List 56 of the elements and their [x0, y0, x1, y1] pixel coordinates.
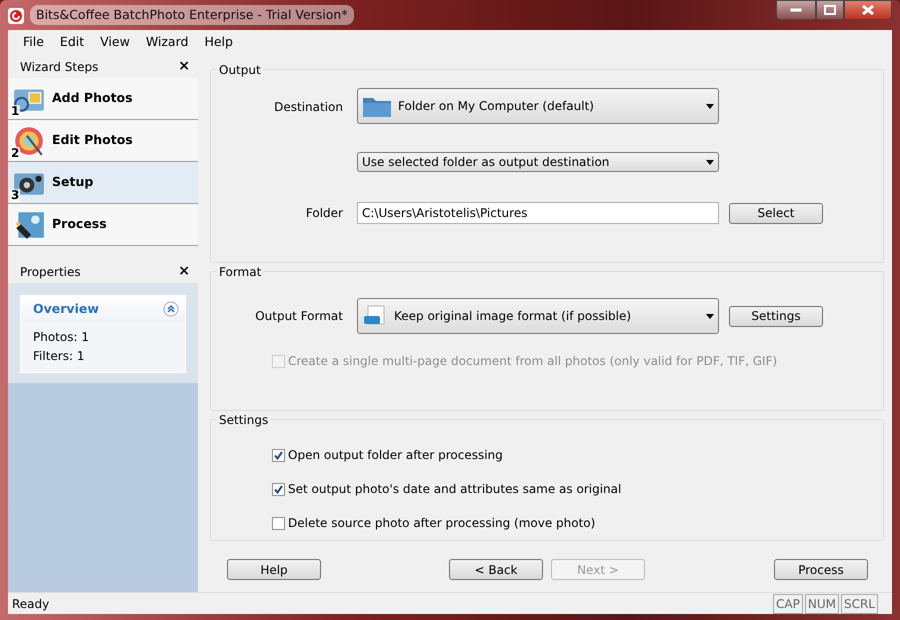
wizard-button[interactable]: Process	[774, 559, 868, 580]
checkbox-label: Open output folder after processing	[288, 447, 503, 464]
window-title: Bits&Coffee BatchPhoto Enterprise - Trial Version*	[30, 4, 354, 26]
field-label: Destination	[273, 99, 344, 116]
menu-item[interactable]: Wizard	[138, 33, 196, 52]
wizard-button[interactable]: < Back	[449, 559, 543, 580]
status-indicator: SCRL	[840, 594, 878, 614]
status-text: Ready	[12, 596, 50, 612]
maximize-icon	[824, 5, 836, 15]
step-number: 3	[10, 188, 20, 202]
color-wheel-icon	[12, 124, 46, 156]
dropdown[interactable]: Use selected folder as output destination	[357, 152, 719, 172]
maximize-button[interactable]	[816, 0, 844, 20]
minimize-button[interactable]	[776, 0, 816, 20]
status-indicator: CAP	[773, 594, 803, 614]
settings-button[interactable]: Settings	[729, 306, 823, 326]
close-button[interactable]: ×	[178, 261, 190, 282]
minimize-icon	[790, 8, 802, 12]
field-label: Output Format	[254, 308, 344, 325]
wizard-button: Next >	[551, 559, 645, 580]
select-button[interactable]: Select	[729, 202, 823, 224]
menu-item[interactable]: View	[93, 33, 137, 52]
caret-icon	[706, 314, 714, 318]
wizard-step[interactable]: Process	[8, 204, 198, 246]
checkbox-label: Create a single multi-page document from all photos (only valid for PDF, TIF, GIF)	[288, 353, 778, 370]
menu-item[interactable]: Edit	[52, 33, 92, 52]
field-label: Folder	[304, 205, 344, 222]
checkbox[interactable]	[272, 516, 285, 530]
caret-icon	[706, 104, 714, 108]
status-indicator: NUM	[804, 594, 839, 614]
checkbox[interactable]	[272, 448, 285, 462]
wizard-step[interactable]: 2 Edit Photos	[8, 120, 198, 162]
wizard-step[interactable]: 3 Setup	[8, 162, 198, 204]
app-logo-icon	[8, 6, 24, 24]
folder-field[interactable]: C:\Users\Aristotelis\Pictures	[357, 202, 719, 224]
step-number: 1	[10, 104, 20, 118]
wizard-button[interactable]: Help	[227, 559, 321, 580]
menu-item[interactable]: File	[16, 33, 51, 52]
dropdown[interactable]: Folder on My Computer (default)	[357, 88, 719, 124]
checkbox-label: Delete source photo after processing (move photo)	[288, 515, 596, 532]
close-button[interactable]: ×	[178, 56, 190, 77]
panel-title: Wizard Steps	[20, 58, 98, 76]
panel-title: Properties	[20, 264, 81, 280]
caret-icon	[706, 160, 714, 164]
menu-item[interactable]: Help	[197, 33, 240, 52]
step-number: 2	[10, 146, 20, 160]
overview-line: Photos: 1	[33, 329, 90, 346]
wizard-step[interactable]: 1 Add Photos	[8, 78, 198, 120]
overview-line: Filters: 1	[33, 348, 86, 365]
collapse-icon[interactable]	[163, 300, 179, 318]
close-button[interactable]	[844, 0, 892, 20]
checkbox-label: Set output photo's date and attributes same as original	[288, 481, 622, 498]
overview-title: Overview	[33, 300, 99, 318]
dropdown[interactable]: Keep original image format (if possible)	[357, 298, 719, 334]
close-icon	[862, 5, 874, 15]
checkbox[interactable]	[272, 482, 285, 496]
